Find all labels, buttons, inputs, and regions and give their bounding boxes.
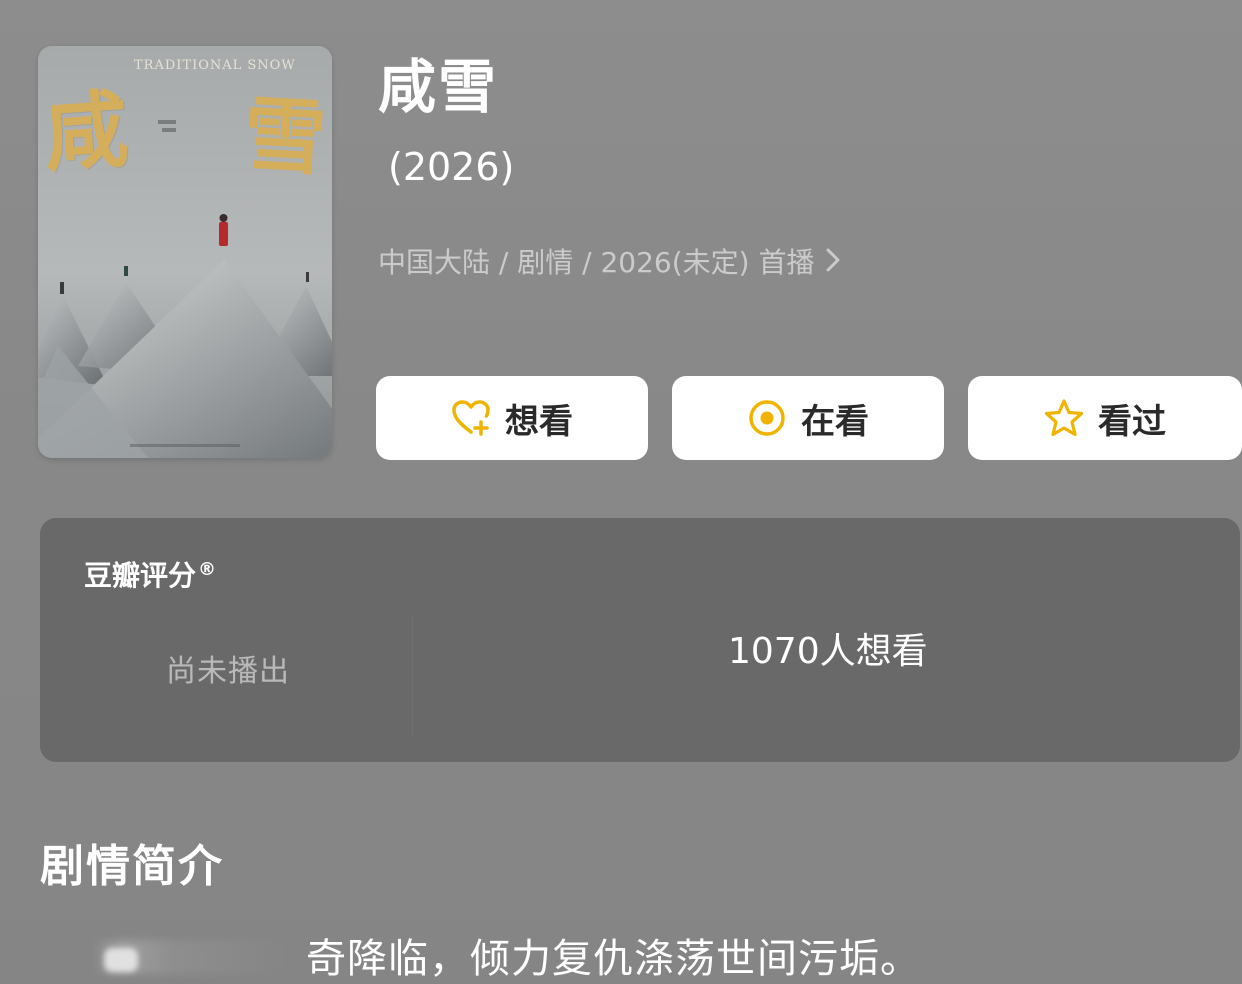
registered-mark: ®	[198, 558, 217, 580]
want-to-watch-label: 想看	[505, 401, 573, 442]
action-buttons: 想看 在看 看过	[376, 376, 1242, 460]
detail-page: TRADITIONAL SNOW 咸 雪 咸雪 (2026) 中国大陆 / 剧情…	[0, 0, 1242, 984]
show-meta-text: 中国大陆 / 剧情 / 2026(未定) 首播	[378, 246, 815, 279]
target-circle-icon	[747, 398, 787, 438]
show-title: 咸雪	[378, 53, 499, 121]
rating-divider	[412, 616, 413, 736]
watching-label: 在看	[801, 401, 869, 442]
poster-title-char-left: 咸	[40, 79, 132, 184]
watched-label: 看过	[1098, 401, 1166, 442]
chevron-right-icon	[824, 246, 842, 280]
rating-card[interactable]: 豆瓣评分 ® 尚未播出 1070人想看	[40, 518, 1240, 762]
want-count: 1070人想看	[728, 631, 928, 672]
heart-plus-icon	[451, 398, 491, 438]
watching-button[interactable]: 在看	[672, 376, 944, 460]
star-icon	[1044, 398, 1084, 438]
synopsis-text[interactable]: 奇降临，倾力复仇涤荡世间污垢。	[306, 926, 921, 984]
poster-image[interactable]: TRADITIONAL SNOW 咸 雪	[38, 46, 332, 458]
watched-button[interactable]: 看过	[968, 376, 1242, 460]
synopsis-heading: 剧情简介	[40, 841, 224, 892]
want-to-watch-button[interactable]: 想看	[376, 376, 648, 460]
rating-title-text: 豆瓣评分	[84, 559, 197, 592]
rating-status: 尚未播出	[166, 654, 290, 689]
rating-title: 豆瓣评分 ®	[84, 554, 216, 594]
poster-title-char-right: 雪	[241, 86, 329, 188]
synopsis-faded-mark	[104, 948, 138, 972]
poster-english-title: TRADITIONAL SNOW	[134, 58, 296, 73]
show-meta-link[interactable]: 中国大陆 / 剧情 / 2026(未定) 首播	[378, 246, 842, 280]
show-year: (2026)	[388, 145, 515, 189]
